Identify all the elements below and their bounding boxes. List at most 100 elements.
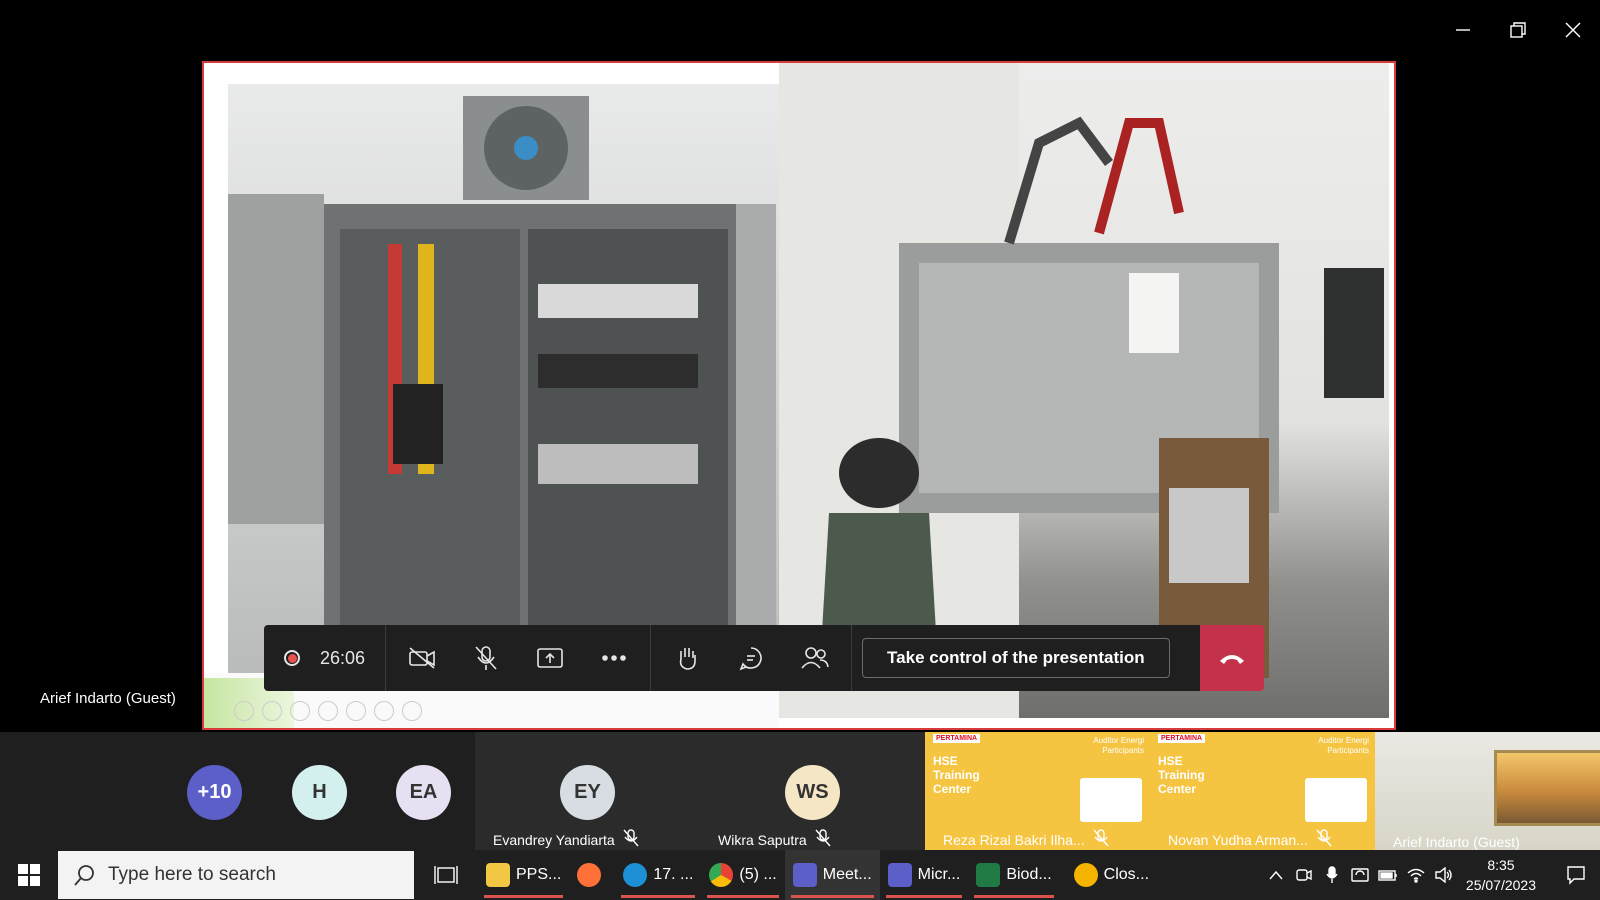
participant-avatar[interactable]: H [292, 765, 347, 820]
shared-presentation: 26:06 Take control of the presentation [202, 61, 1396, 730]
transformer-photo [779, 63, 1389, 718]
share-screen-icon[interactable] [518, 625, 582, 691]
taskbar-app-teams[interactable]: Micr... [880, 850, 969, 900]
taskbar-app-label: Micr... [917, 866, 961, 883]
teams-icon [887, 863, 912, 887]
meeting-controls-bar: 26:06 Take control of the presentation [264, 625, 1264, 691]
electrical-panel-image [228, 96, 776, 704]
mic-off-icon[interactable] [454, 625, 518, 691]
raise-hand-icon[interactable] [655, 625, 719, 691]
system-clock[interactable]: 8:35 25/07/2023 [1466, 855, 1536, 895]
edge-icon [623, 863, 648, 887]
mic-off-icon [623, 829, 639, 850]
take-control-button[interactable]: Take control of the presentation [862, 638, 1170, 678]
battery-icon[interactable] [1374, 869, 1402, 881]
taskbar-app-label: Meet... [822, 866, 872, 883]
taskbar-app-firefox[interactable] [569, 850, 615, 900]
hang-up-button[interactable] [1200, 625, 1264, 691]
participants-strip: +10 H EA EY Evandrey Yandiarta WS Wikra … [0, 732, 1600, 850]
presenter-name-label: Arief Indarto (Guest) [40, 690, 176, 707]
panel-photo [228, 84, 780, 704]
clock-time: 8:35 [1487, 857, 1515, 873]
nav-control-icon[interactable] [262, 701, 282, 721]
participant-video-tile[interactable]: PERTAMINA Auditor Energi Participants HS… [925, 732, 1150, 850]
participant-name: Arief Indarto (Guest) [1393, 834, 1520, 850]
system-tray: 8:35 25/07/2023 [1262, 850, 1600, 900]
participants-icon[interactable] [783, 625, 847, 691]
participant-name-text: Wikra Saputra [718, 831, 807, 848]
excel-icon [976, 863, 1001, 887]
search-placeholder: Type here to search [108, 864, 276, 885]
taskbar-app-label: Biod... [1006, 866, 1052, 883]
training-illustration [1080, 778, 1142, 822]
mic-off-icon [1093, 829, 1109, 850]
wifi-icon[interactable] [1402, 867, 1430, 883]
more-options-icon[interactable] [582, 625, 646, 691]
participant-avatar: WS [785, 765, 840, 820]
training-illustration [1305, 778, 1367, 822]
chat-icon[interactable] [719, 625, 783, 691]
nav-control-icon[interactable] [234, 701, 254, 721]
participant-name: Wikra Saputra [718, 829, 831, 850]
participant-name: Novan Yudha Arman... [1168, 829, 1332, 850]
transformer-image [779, 63, 1384, 718]
taskbar-app-label: (5) ... [739, 866, 777, 883]
participant-name-text: Reza Rizal Bakri Ilha... [943, 831, 1085, 848]
clock-date: 25/07/2023 [1465, 877, 1536, 893]
participant-avatar[interactable]: EA [396, 765, 451, 820]
meet-now-icon[interactable] [1290, 867, 1318, 883]
task-view-icon[interactable] [414, 850, 478, 900]
firefox-icon [577, 863, 602, 887]
nav-control-icon[interactable] [290, 701, 310, 721]
chevron-up-icon[interactable] [1262, 870, 1290, 880]
nav-control-icon[interactable] [318, 701, 338, 721]
windows-start-icon[interactable] [0, 850, 58, 900]
participant-avatar: EY [560, 765, 615, 820]
media-controls [386, 625, 652, 691]
restore-icon[interactable] [1490, 0, 1545, 60]
chrome-icon [709, 863, 734, 887]
taskbar-app-folder[interactable]: PPS... [478, 850, 569, 900]
video-title: HSE Training Center [933, 754, 980, 796]
sync-icon[interactable] [1346, 867, 1374, 883]
recording-group: 26:06 [264, 625, 387, 691]
nav-control-icon[interactable] [402, 701, 422, 721]
pertamina-logo: PERTAMINA [1158, 734, 1206, 743]
nav-control-icon[interactable] [374, 701, 394, 721]
interaction-controls [651, 625, 853, 691]
taskbar-app-label: Clos... [1103, 866, 1150, 883]
minimize-icon[interactable] [1435, 0, 1490, 60]
close-icon[interactable] [1545, 0, 1600, 60]
video-subtitle: Auditor Energi Participants [1093, 736, 1144, 755]
taskbar-app-chrome[interactable]: (5) ... [701, 850, 784, 900]
recording-icon [284, 650, 300, 666]
pertamina-logo: PERTAMINA [933, 734, 981, 743]
more-participants-badge[interactable]: +10 [187, 765, 242, 820]
participant-tile[interactable]: WS Wikra Saputra [700, 732, 925, 850]
nav-control-icon[interactable] [346, 701, 366, 721]
search-icon [74, 865, 94, 886]
participant-tile[interactable]: EY Evandrey Yandiarta [475, 732, 700, 850]
taskbar-app-label: 17. ... [653, 866, 694, 883]
meeting-timer: 26:06 [320, 647, 366, 668]
video-title: HSE Training Center [1158, 754, 1205, 796]
taskbar-search-input[interactable]: Type here to search [58, 851, 414, 899]
taskbar-app-edge[interactable]: 17. ... [615, 850, 701, 900]
participant-video-tile[interactable]: PERTAMINA Auditor Energi Participants HS… [1150, 732, 1375, 850]
mic-off-icon [815, 829, 831, 850]
microphone-icon[interactable] [1318, 866, 1346, 884]
participant-name: Reza Rizal Bakri Ilha... [943, 829, 1109, 850]
taskbar-app-teams-meeting[interactable]: Meet... [784, 850, 880, 900]
taskbar-app-other[interactable]: Clos... [1060, 850, 1163, 900]
participant-video-tile[interactable]: Arief Indarto (Guest) [1375, 732, 1600, 850]
slide-nav-controls[interactable] [234, 701, 422, 721]
taskbar-app-excel[interactable]: Biod... [968, 850, 1059, 900]
participant-name-text: Evandrey Yandiarta [493, 831, 615, 848]
taskbar-app-label: PPS... [516, 866, 562, 883]
volume-icon[interactable] [1430, 867, 1458, 883]
video-subtitle: Auditor Energi Participants [1318, 736, 1369, 755]
mic-off-icon [1316, 829, 1332, 850]
phone-hangup-icon [1220, 655, 1244, 664]
camera-off-icon[interactable] [390, 625, 454, 691]
notification-icon[interactable] [1552, 865, 1600, 885]
